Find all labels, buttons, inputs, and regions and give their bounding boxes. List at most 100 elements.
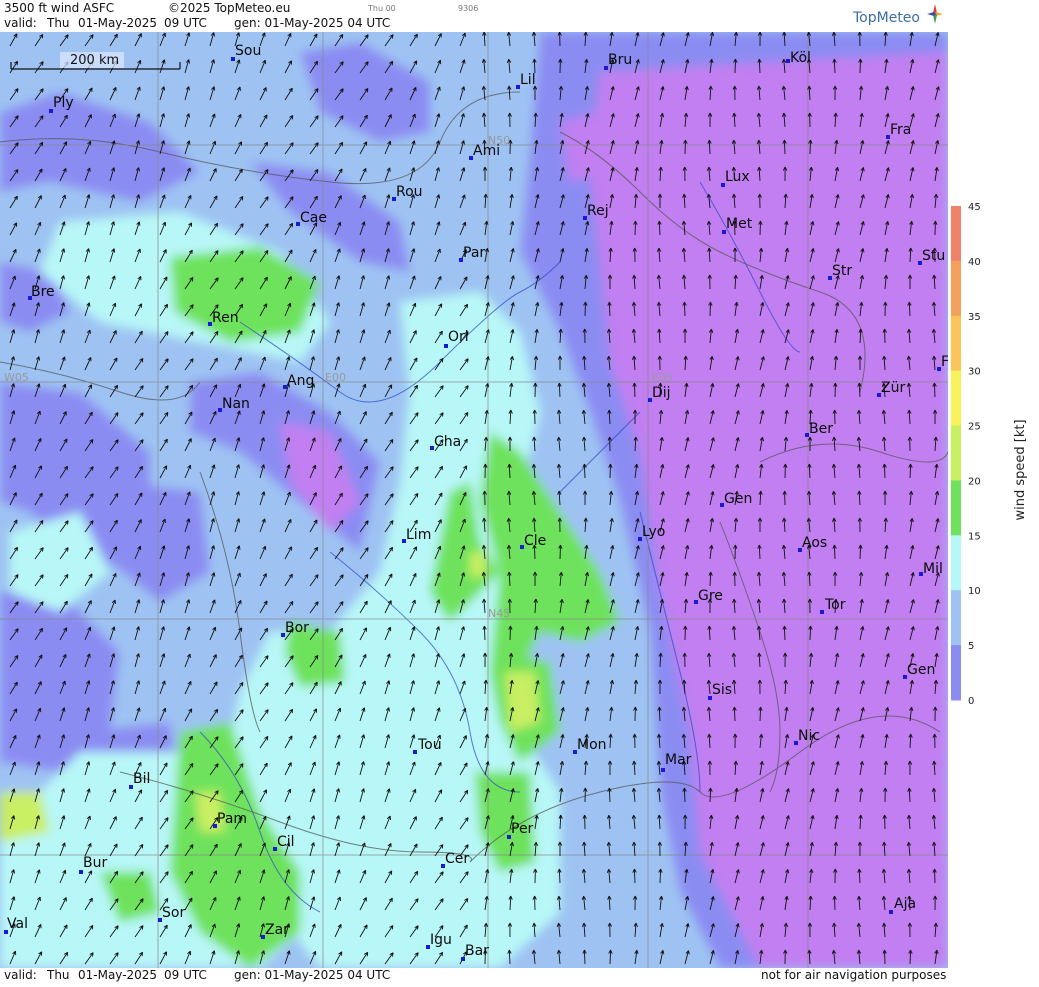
svg-text:F: F — [941, 354, 948, 370]
city-marker[interactable]: Sou — [231, 43, 261, 61]
city-marker[interactable]: Dij — [648, 385, 671, 402]
legend-color-swatch — [951, 645, 961, 701]
svg-text:Dij: Dij — [652, 385, 671, 401]
city-marker[interactable]: Bru — [604, 52, 632, 70]
city-marker[interactable]: Fra — [886, 122, 911, 139]
legend-color-swatch — [951, 480, 961, 536]
svg-text:Str: Str — [832, 263, 852, 279]
svg-text:Ply: Ply — [53, 95, 74, 111]
city-marker[interactable]: Stu — [918, 248, 945, 265]
city-marker[interactable]: Lux — [721, 169, 750, 187]
svg-text:Tou: Tou — [417, 737, 442, 753]
city-marker[interactable]: Cer — [441, 851, 469, 868]
city-marker[interactable]: Val — [4, 916, 28, 934]
city-marker[interactable]: Per — [507, 821, 534, 839]
legend-color-bar — [951, 206, 961, 701]
svg-text:Sor: Sor — [162, 905, 185, 921]
svg-text:Ami: Ami — [473, 143, 500, 159]
city-marker[interactable]: Ami — [469, 143, 500, 160]
city-marker[interactable]: Ang — [283, 373, 314, 389]
city-marker[interactable]: Mon — [573, 737, 607, 754]
svg-text:Ang: Ang — [287, 373, 314, 389]
svg-text:Lux: Lux — [725, 169, 750, 185]
city-marker[interactable]: Met — [722, 216, 753, 234]
svg-text:Bil: Bil — [133, 771, 150, 787]
scale-bar-label: 200 km — [70, 53, 119, 68]
city-marker[interactable]: Cil — [273, 834, 295, 851]
legend-tick-label: 0 — [968, 696, 974, 707]
svg-text:Gen: Gen — [724, 491, 752, 507]
navigation-disclaimer: not for air navigation purposes — [761, 968, 947, 982]
city-marker[interactable]: Zar — [261, 922, 289, 939]
svg-text:Fra: Fra — [890, 122, 911, 138]
city-marker[interactable]: Cae — [296, 210, 327, 226]
city-marker[interactable]: Mil — [919, 561, 943, 577]
brand-logo-text[interactable]: TopMeteo — [853, 10, 920, 26]
city-marker[interactable]: Par — [459, 245, 485, 262]
city-marker[interactable]: Ber — [805, 421, 833, 437]
city-marker[interactable]: Nan — [218, 396, 250, 412]
svg-text:Cil: Cil — [277, 834, 295, 850]
valid-date: 01-May-2025 — [78, 16, 158, 30]
svg-text:Bar: Bar — [465, 943, 489, 959]
legend-tick-label: 35 — [968, 312, 981, 323]
legend-color-swatch — [951, 590, 961, 646]
svg-text:Lim: Lim — [406, 527, 431, 543]
city-marker[interactable]: Rej — [583, 203, 609, 220]
city-marker[interactable]: Igu — [426, 932, 452, 949]
svg-text:Igu: Igu — [430, 932, 452, 948]
run-label: Thu 00 — [368, 4, 396, 13]
city-marker[interactable]: Aja — [889, 896, 916, 914]
svg-text:Nan: Nan — [222, 396, 250, 412]
city-marker[interactable]: Köl — [786, 50, 811, 66]
wind-map[interactable]: N50 W05 E00 E05 N45 200 km Sou Bru Köl L… — [0, 32, 948, 968]
generated-label: gen: 01-May-2025 04 UTC — [234, 16, 391, 30]
svg-text:Lil: Lil — [520, 72, 536, 88]
city-marker[interactable]: Bor — [281, 620, 309, 637]
svg-text:Lyo: Lyo — [642, 524, 665, 540]
city-marker[interactable]: Str — [828, 263, 852, 280]
grid-label-n45: N45 — [488, 607, 510, 620]
valid-time: 09 UTC — [164, 16, 207, 30]
city-marker[interactable]: Cle — [520, 533, 546, 549]
svg-text:Zür: Zür — [881, 380, 905, 396]
legend-tick-label: 15 — [968, 531, 981, 542]
city-marker[interactable]: Lyo — [638, 524, 665, 541]
footer-valid-date: 01-May-2025 — [78, 968, 158, 982]
city-marker[interactable]: Sis — [708, 682, 732, 700]
svg-text:Cha: Cha — [434, 434, 461, 450]
city-marker[interactable]: Nic — [794, 728, 820, 745]
map-footer: valid: Thu 01-May-2025 09 UTC gen: 01-Ma… — [0, 968, 948, 983]
city-marker[interactable]: Zür — [877, 380, 905, 397]
city-marker[interactable]: Bre — [28, 284, 55, 300]
legend-panel: 45 40 35 30 25 20 15 10 5 0 wind speed [kt] — [948, 0, 1039, 983]
legend-color-swatch — [951, 699, 961, 701]
map-title: 3500 ft wind ASFC — [4, 1, 115, 15]
city-marker[interactable]: Gre — [694, 588, 723, 604]
city-marker[interactable]: Ply — [49, 95, 74, 113]
svg-text:Bru: Bru — [608, 52, 632, 68]
city-marker[interactable]: Sor — [158, 905, 185, 922]
city-marker[interactable]: Cha — [430, 434, 461, 450]
city-marker[interactable]: Aos — [798, 535, 827, 552]
run-code: 9306 — [458, 4, 479, 13]
footer-valid-day: Thu — [47, 968, 70, 982]
city-marker[interactable]: Rou — [392, 184, 423, 201]
valid-label: valid: — [4, 16, 37, 30]
city-marker[interactable]: Bar — [461, 943, 489, 961]
valid-day: Thu — [47, 16, 70, 30]
svg-text:Sis: Sis — [712, 682, 732, 698]
city-marker[interactable]: Gen — [720, 491, 752, 507]
city-marker[interactable]: Tou — [413, 737, 442, 754]
city-marker[interactable]: Pam — [213, 811, 247, 828]
city-marker[interactable]: Gen — [903, 662, 935, 679]
city-marker[interactable]: Bil — [129, 771, 150, 789]
svg-text:Rej: Rej — [587, 203, 609, 219]
svg-text:Gen: Gen — [907, 662, 935, 678]
city-marker[interactable]: Lim — [402, 527, 431, 543]
svg-text:Aja: Aja — [894, 896, 916, 912]
svg-text:Cae: Cae — [300, 210, 327, 226]
city-marker[interactable]: Ren — [208, 310, 239, 326]
svg-text:Orl: Orl — [448, 329, 469, 345]
legend-tick-label: 20 — [968, 476, 981, 487]
